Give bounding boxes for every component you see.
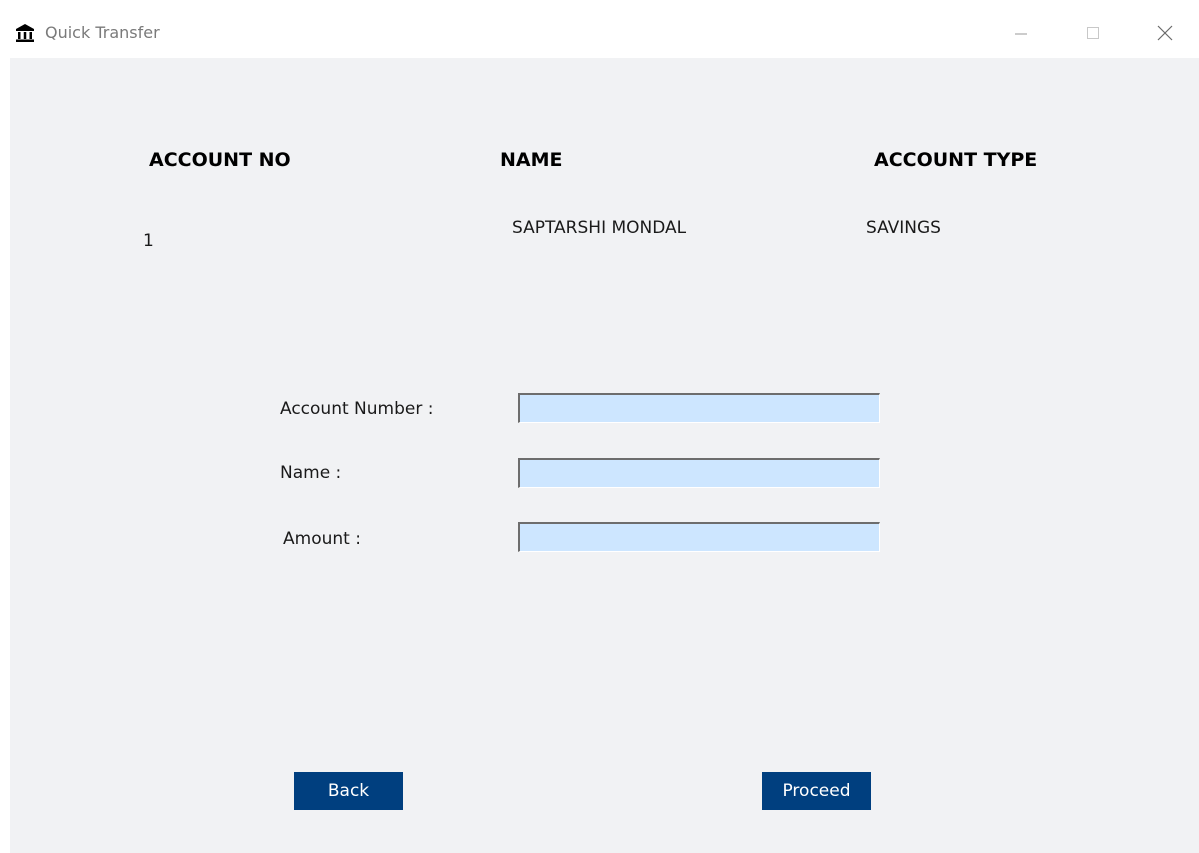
account-no-value: 1 — [143, 231, 154, 251]
back-button[interactable]: Back — [294, 772, 403, 810]
title-bar: Quick Transfer — [0, 0, 1199, 58]
minimize-button[interactable] — [998, 16, 1044, 50]
bank-icon — [15, 23, 35, 43]
account-number-label: Account Number : — [280, 399, 434, 419]
client-area: ACCOUNT NO NAME ACCOUNT TYPE 1 SAPTARSHI… — [10, 58, 1199, 853]
name-input[interactable] — [518, 458, 880, 488]
account-number-input[interactable] — [518, 393, 880, 423]
header-account-type: ACCOUNT TYPE — [874, 149, 1038, 171]
proceed-button[interactable]: Proceed — [762, 772, 871, 810]
header-account-no: ACCOUNT NO — [149, 149, 291, 171]
name-label: Name : — [280, 463, 342, 483]
maximize-button[interactable] — [1070, 16, 1116, 50]
amount-input[interactable] — [518, 522, 880, 552]
amount-label: Amount : — [283, 529, 361, 549]
maximize-icon — [1087, 27, 1099, 39]
account-name-value: SAPTARSHI MONDAL — [512, 218, 687, 238]
account-type-value: SAVINGS — [866, 218, 941, 238]
window-title: Quick Transfer — [45, 23, 160, 42]
close-button[interactable] — [1142, 16, 1188, 50]
header-name: NAME — [500, 149, 563, 171]
quick-transfer-window: Quick Transfer ACCOUNT NO NAME ACCOUNT T… — [0, 0, 1199, 853]
close-icon — [1157, 25, 1173, 41]
minimize-icon — [1015, 33, 1027, 35]
